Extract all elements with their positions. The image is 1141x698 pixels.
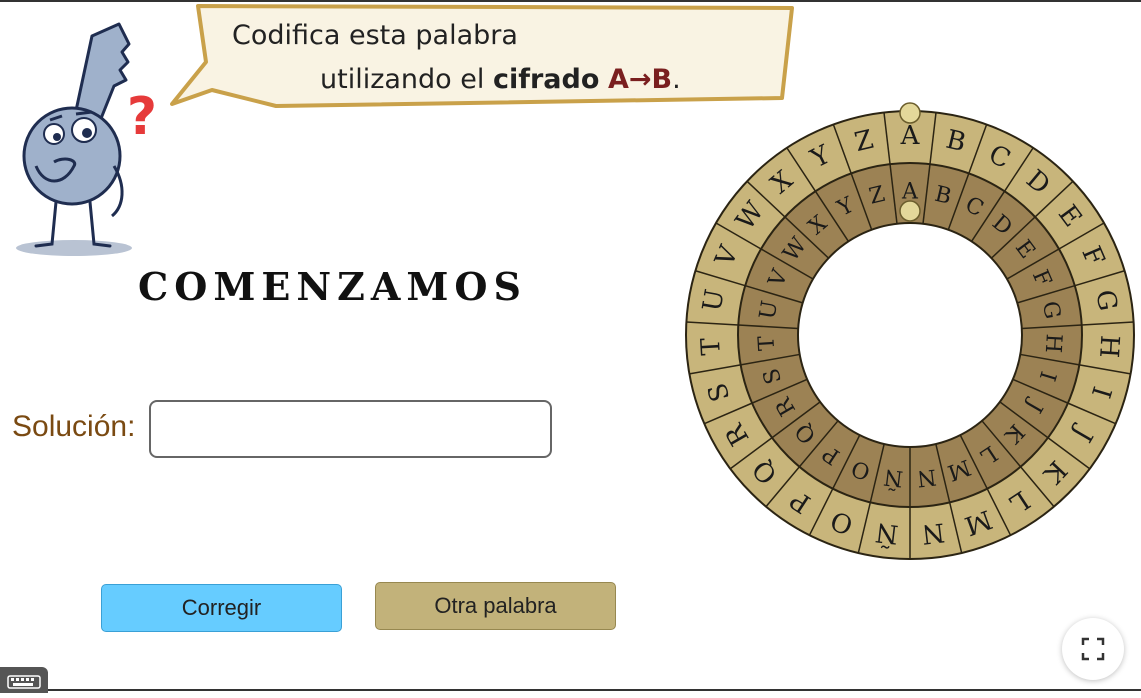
cipher-wheel[interactable]: A B CDEFGHIJKLMNÑOPQRSTUVWXY ZA B CDEFGHIJKLM… — [684, 97, 1136, 563]
keyboard-icon — [7, 675, 41, 689]
instruction-line-1: Codifica esta palabra — [232, 20, 518, 51]
solution-label: Solución: — [12, 410, 136, 443]
other-word-button[interactable]: Otra palabra — [375, 582, 616, 630]
outer-letter: A — [900, 121, 921, 151]
outer-letter: H — [1093, 334, 1124, 358]
fullscreen-button[interactable] — [1062, 618, 1124, 680]
question-mark: ? — [127, 87, 157, 147]
page-title: COMENZAMOS — [138, 264, 527, 309]
keyboard-toggle[interactable] — [0, 667, 48, 693]
solution-input[interactable] — [149, 400, 552, 458]
key-mascot-illustration: ? — [16, 22, 157, 256]
inner-letter: Ñ — [882, 464, 904, 494]
inner-ring-handle[interactable] — [899, 200, 921, 222]
inner-letter: H — [1040, 333, 1066, 354]
inner-letter: T — [754, 335, 780, 351]
fullscreen-icon — [1081, 637, 1105, 661]
wheel-center — [797, 222, 1023, 448]
outer-letter: T — [696, 336, 727, 356]
outer-letter: N — [920, 516, 946, 548]
inner-letter: N — [916, 464, 938, 491]
outer-ring-handle[interactable] — [899, 102, 921, 124]
check-button[interactable]: Corregir — [101, 584, 342, 632]
applet-canvas: ? Codifica esta palabra utilizando el ci… — [0, 0, 1141, 693]
cipher-rule: A→B — [607, 64, 673, 95]
outer-letter: Ñ — [874, 516, 900, 550]
instruction-line-2: utilizando el cifrado A→B. — [320, 64, 681, 95]
